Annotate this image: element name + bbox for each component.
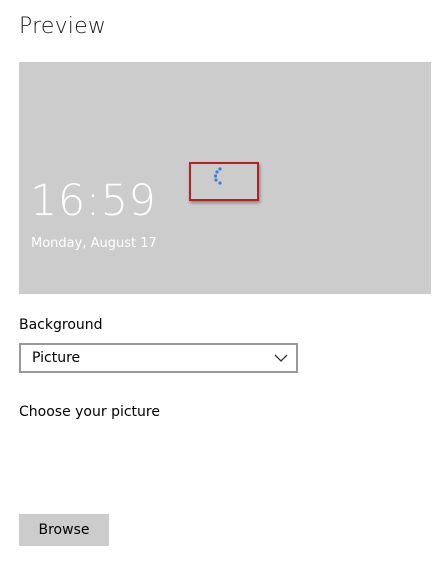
chevron-down-icon [274,354,288,362]
browse-button[interactable]: Browse [19,514,109,546]
background-label: Background [19,317,103,333]
page-title: Preview [19,14,107,39]
lock-screen-preview: 16:59 Monday, August 17 [19,62,431,294]
choose-picture-label: Choose your picture [19,404,160,420]
background-dropdown[interactable]: Picture [19,343,298,373]
loading-spinner-icon [213,167,222,185]
preview-date: Monday, August 17 [31,236,157,251]
background-selected-value: Picture [32,350,81,366]
preview-clock: 16:59 [30,176,157,226]
